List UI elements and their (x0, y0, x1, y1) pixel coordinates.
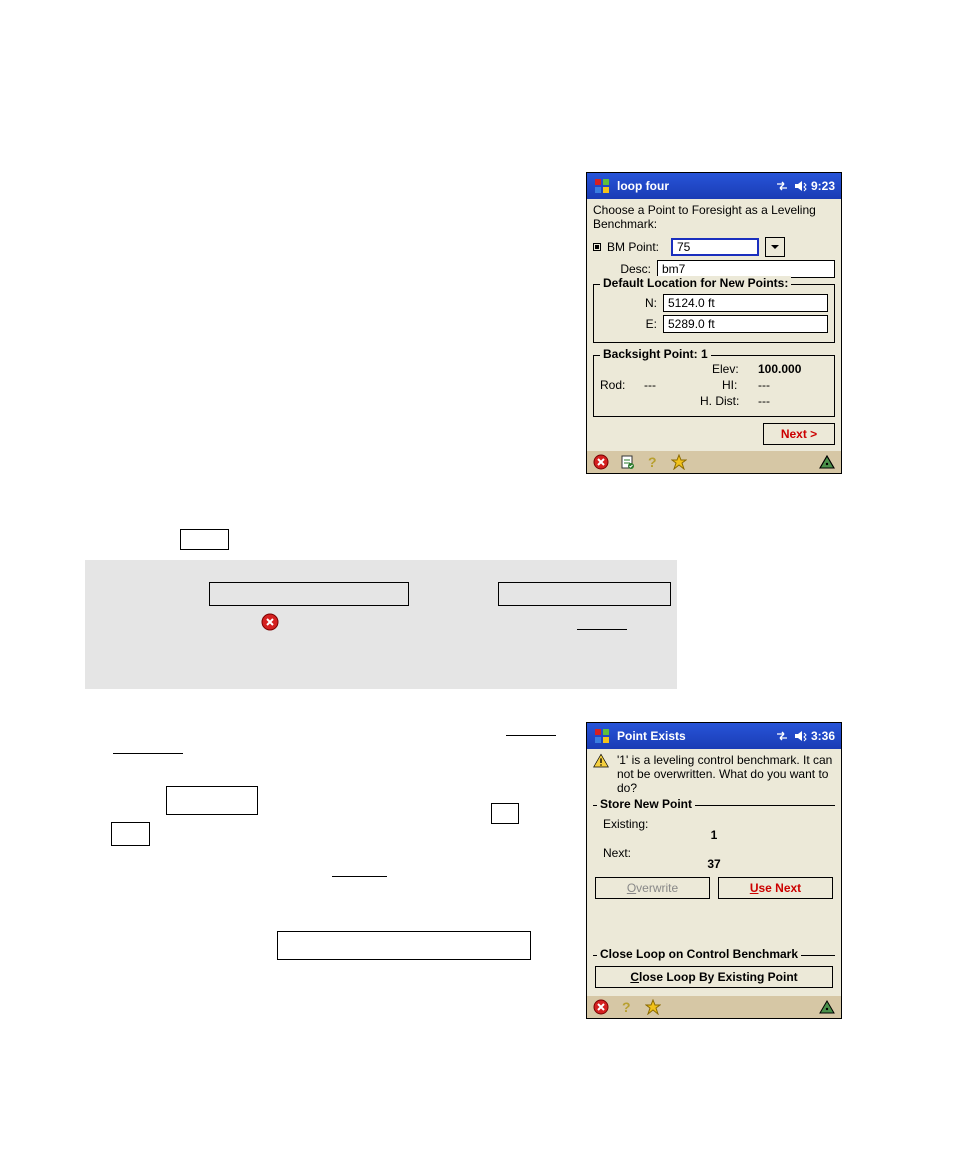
connectivity-icon[interactable] (775, 729, 789, 743)
store-new-point-legend: Store New Point (597, 797, 695, 811)
svg-text:?: ? (622, 999, 631, 1015)
existing-label: Existing: (603, 817, 663, 831)
default-location-legend: Default Location for New Points: (600, 276, 791, 290)
system-bar: ? (587, 451, 841, 473)
underline (113, 753, 183, 754)
placeholder-box (166, 786, 258, 815)
n-label: N: (600, 296, 657, 310)
hi-label: HI: (722, 378, 737, 392)
star-icon[interactable] (645, 999, 661, 1015)
close-loop-button[interactable]: Close Loop By Existing Point (595, 966, 833, 988)
titlebar: Point Exists 3:36 (587, 723, 841, 749)
close-loop-legend: Close Loop on Control Benchmark (597, 947, 801, 961)
windows-logo-icon (593, 177, 611, 195)
titlebar: loop four 9:23 (587, 173, 841, 199)
n-input[interactable] (663, 294, 828, 312)
next-button[interactable]: Next > (763, 423, 835, 445)
store-new-point-fieldset: Store New Point Existing: 1 Next: 37 Ove… (593, 805, 835, 905)
windows-logo-icon (593, 727, 611, 745)
underline (506, 735, 556, 736)
backsight-legend: Backsight Point: 1 (600, 347, 711, 361)
clipboard-icon[interactable] (619, 454, 635, 470)
rod-value: --- (644, 378, 656, 392)
bm-point-input[interactable] (671, 238, 759, 256)
rod-label: Rod: (600, 378, 625, 392)
bm-point-dropdown[interactable] (765, 237, 785, 257)
placeholder-box (209, 582, 409, 606)
svg-text:?: ? (648, 454, 657, 470)
backsight-fieldset: Backsight Point: 1 Elev: 100.000 Rod: --… (593, 355, 835, 417)
placeholder-box (180, 529, 229, 550)
warning-icon (593, 753, 609, 769)
hdist-value: --- (758, 394, 770, 408)
underline (332, 876, 387, 877)
placeholder-box (491, 803, 519, 824)
warning-text: '1' is a leveling control benchmark. It … (617, 753, 835, 795)
overwrite-button: Overwrite (595, 877, 710, 899)
underline (577, 629, 627, 630)
elev-value: 100.000 (758, 362, 801, 376)
placeholder-box (277, 931, 531, 960)
volume-icon[interactable] (793, 729, 807, 743)
window-title: Point Exists (617, 729, 686, 743)
help-icon[interactable]: ? (619, 999, 635, 1015)
chevron-down-icon (770, 242, 780, 252)
system-bar: ? (587, 996, 841, 1018)
close-circle-icon[interactable] (593, 454, 609, 470)
hdist-label: H. Dist: (700, 394, 739, 408)
instruction-text: Choose a Point to Foresight as a Levelin… (593, 203, 835, 231)
hi-value: --- (758, 378, 770, 392)
default-location-fieldset: Default Location for New Points: N: E: (593, 284, 835, 343)
placeholder-box (111, 822, 150, 846)
next-label: Next: (603, 846, 663, 860)
desc-label: Desc: (603, 262, 651, 276)
connectivity-icon[interactable] (775, 179, 789, 193)
close-loop-fieldset: Close Loop on Control Benchmark Close Lo… (593, 955, 835, 990)
hazard-triangle-icon[interactable] (819, 999, 835, 1015)
pda-window-point-exists: Point Exists 3:36 '1' is a leveling cont… (586, 722, 842, 1019)
close-circle-icon[interactable] (593, 999, 609, 1015)
bm-point-label: BM Point: (607, 240, 665, 254)
clock: 9:23 (811, 179, 835, 193)
bm-point-marker (593, 243, 601, 251)
placeholder-box (498, 582, 671, 606)
clock: 3:36 (811, 729, 835, 743)
elev-label: Elev: (712, 362, 739, 376)
pda-window-loop-four: loop four 9:23 Choose a Point to Foresig… (586, 172, 842, 474)
e-input[interactable] (663, 315, 828, 333)
hazard-triangle-icon[interactable] (819, 454, 835, 470)
window-title: loop four (617, 179, 669, 193)
e-label: E: (600, 317, 657, 331)
help-icon[interactable]: ? (645, 454, 661, 470)
volume-icon[interactable] (793, 179, 807, 193)
star-icon[interactable] (671, 454, 687, 470)
gray-band (85, 560, 677, 689)
close-circle-icon (261, 613, 279, 631)
use-next-button[interactable]: Use Next (718, 877, 833, 899)
